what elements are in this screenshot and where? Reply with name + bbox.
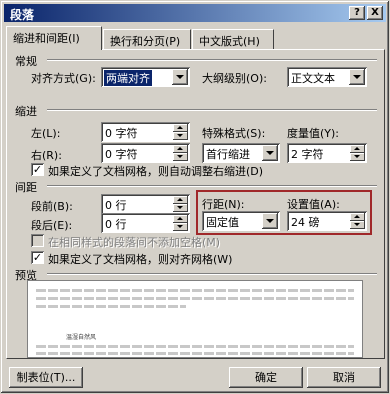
right-indent-label: 右(R): — [31, 149, 62, 162]
section-general: 常规 — [15, 55, 37, 68]
after-value: 0 行 — [105, 218, 127, 231]
spin-up-icon[interactable] — [173, 145, 188, 153]
spinner[interactable] — [173, 145, 188, 161]
left-indent-label: 左(L): — [31, 127, 61, 140]
close-button[interactable]: X — [367, 6, 383, 20]
spin-up-icon[interactable] — [173, 215, 188, 223]
spin-down-icon[interactable] — [173, 223, 188, 231]
divider — [47, 273, 377, 275]
paragraph-dialog: 段落 ? X 缩进和间距(I) 换行和分页(P) 中文版式(H) 常规 对齐方式… — [0, 0, 390, 394]
chevron-down-icon[interactable] — [172, 69, 188, 85]
chevron-down-icon[interactable] — [262, 213, 278, 229]
special-select[interactable]: 首行缩进 — [202, 143, 280, 163]
spin-down-icon[interactable] — [173, 132, 188, 140]
before-value: 0 行 — [105, 199, 127, 212]
alignment-label: 对齐方式(G): — [31, 72, 96, 85]
after-field[interactable]: 0 行 — [101, 213, 190, 233]
preview-line — [36, 352, 354, 355]
title-bar: 段落 ? X — [4, 4, 386, 22]
snap-grid-label[interactable]: 如果定义了文档网格，则对齐网格(W) — [48, 251, 232, 267]
auto-adjust-label[interactable]: 如果定义了文档网格，则自动调整右缩进(D) — [48, 163, 263, 179]
outline-value: 正文文本 — [291, 72, 335, 85]
spin-up-icon[interactable] — [173, 196, 188, 204]
spinner[interactable] — [173, 196, 188, 212]
spin-up-icon[interactable] — [350, 145, 365, 153]
preview-line — [36, 345, 354, 348]
no-space-label: 在相同样式的段落间不添加空格(M) — [48, 236, 221, 249]
spin-down-icon[interactable] — [350, 221, 365, 229]
section-spacing: 间距 — [15, 181, 37, 194]
preview-line — [36, 297, 354, 300]
spinner[interactable] — [350, 145, 365, 161]
after-label: 段后(E): — [31, 219, 73, 232]
preview-box: 温湿自然风 — [27, 280, 363, 358]
divider — [47, 185, 377, 187]
by-label: 度量值(Y): — [287, 127, 340, 140]
spin-down-icon[interactable] — [350, 153, 365, 161]
spinner[interactable] — [173, 124, 188, 140]
spinner[interactable] — [350, 213, 365, 229]
left-indent-value: 0 字符 — [105, 127, 138, 140]
alignment-value: 两端对齐 — [104, 70, 152, 86]
line-spacing-label: 行距(N): — [202, 198, 245, 211]
cancel-button[interactable]: 取消 — [307, 367, 381, 388]
at-label: 设置值(A): — [287, 198, 340, 211]
tab-asian-typography[interactable]: 中文版式(H) — [192, 29, 274, 49]
spin-down-icon[interactable] — [173, 204, 188, 212]
preview-sample-text: 温湿自然风 — [66, 334, 97, 341]
special-value: 首行缩进 — [206, 148, 250, 161]
window-title: 段落 — [10, 8, 35, 22]
line-spacing-select[interactable]: 固定值 — [202, 211, 280, 231]
chevron-down-icon[interactable] — [262, 145, 278, 161]
before-field[interactable]: 0 行 — [101, 194, 190, 214]
spin-up-icon[interactable] — [350, 213, 365, 221]
help-button[interactable]: ? — [349, 6, 365, 20]
tab-line-page-breaks[interactable]: 换行和分页(P) — [103, 29, 191, 49]
right-indent-field[interactable]: 0 字符 — [101, 143, 190, 163]
auto-adjust-checkbox[interactable]: ✓ — [31, 163, 44, 176]
outline-label: 大纲级别(O): — [202, 72, 267, 85]
no-space-checkbox[interactable] — [31, 234, 44, 247]
divider — [47, 109, 377, 111]
tabs-button[interactable]: 制表位(T)... — [9, 367, 83, 388]
right-indent-value: 0 字符 — [105, 148, 138, 161]
outline-select[interactable]: 正文文本 — [287, 67, 367, 87]
at-field[interactable]: 24 磅 — [287, 211, 367, 231]
alignment-select[interactable]: 两端对齐 — [101, 67, 190, 87]
chevron-down-icon[interactable] — [349, 69, 365, 85]
tab-indents-spacing[interactable]: 缩进和间距(I) — [6, 26, 102, 50]
spin-down-icon[interactable] — [173, 153, 188, 161]
preview-line — [36, 289, 354, 292]
preview-line — [36, 305, 186, 308]
before-label: 段前(B): — [31, 200, 73, 213]
by-value: 2 字符 — [291, 148, 324, 161]
left-indent-field[interactable]: 0 字符 — [101, 122, 190, 142]
snap-grid-checkbox[interactable]: ✓ — [31, 251, 44, 264]
divider — [47, 59, 377, 61]
line-spacing-value: 固定值 — [206, 216, 239, 229]
special-label: 特殊格式(S): — [202, 127, 266, 140]
at-value: 24 磅 — [291, 216, 320, 229]
ok-button[interactable]: 确定 — [229, 367, 303, 388]
by-field[interactable]: 2 字符 — [287, 143, 367, 163]
section-indent: 缩进 — [15, 105, 37, 118]
spin-up-icon[interactable] — [173, 124, 188, 132]
spinner[interactable] — [173, 215, 188, 231]
